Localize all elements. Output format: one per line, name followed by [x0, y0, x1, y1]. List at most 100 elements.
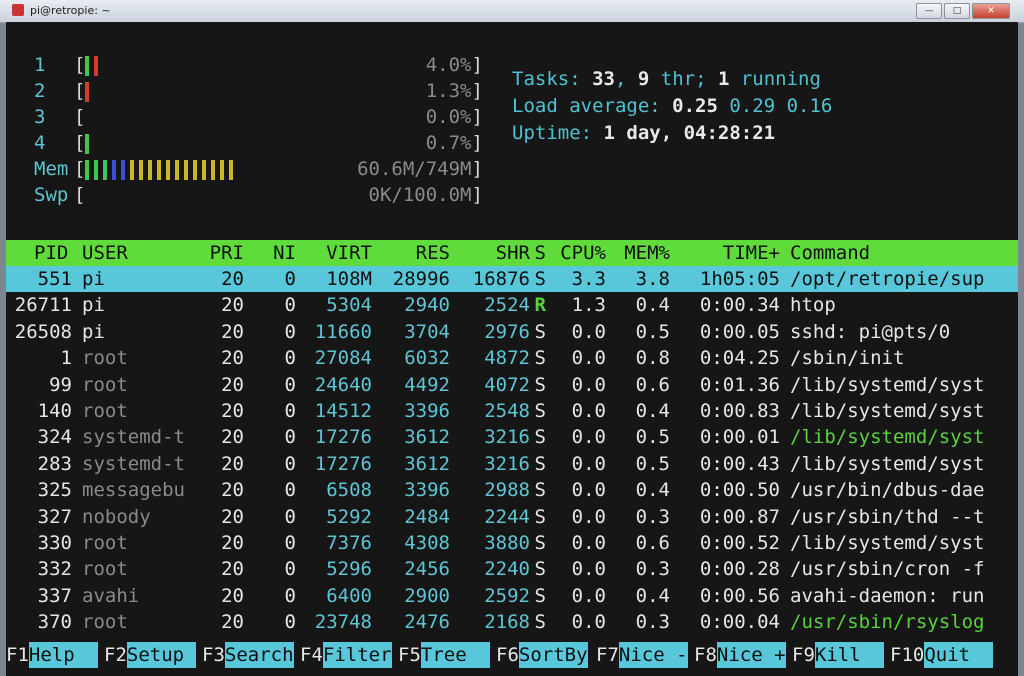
process-pri: 20	[221, 426, 244, 449]
process-res: 2900	[404, 584, 450, 607]
maximize-icon[interactable]: □	[944, 3, 970, 19]
process-row[interactable]: 1 root 20 0 27084 6032 4872 S 0.0 0.8 0:04.25/sbin…	[6, 345, 1018, 371]
process-row[interactable]: 283 systemd-t 20 0 17276 3612 3216 S 0.0 0.5 0:00.…	[6, 451, 1018, 477]
process-row[interactable]: 327 nobody 20 0 5292 2484 2244 S 0.0 0.3 0:00.87/u…	[6, 504, 1018, 530]
cpu-meter-4-open-bracket: [	[74, 132, 86, 154]
process-s: S	[534, 373, 546, 396]
column-header-virt[interactable]: VIRT	[302, 240, 372, 266]
process-s: S	[534, 505, 546, 528]
process-cpu: 0.0	[571, 400, 606, 422]
fkey-label: Help	[28, 642, 98, 668]
process-user: pi	[82, 268, 105, 290]
process-mem: 0.4	[635, 400, 670, 422]
fkey-label: Nice +	[716, 642, 786, 668]
column-header-user[interactable]: USER	[82, 240, 202, 266]
process-ni: 0	[284, 584, 296, 607]
swap-meter-label: Swp	[34, 184, 69, 206]
process-row-selected[interactable]: 551 pi 20 0 108M 28996 16876 S 3.3 3.8 1h05:05/opt…	[6, 266, 1018, 292]
terminal-screen[interactable]: 1[4.0%] 2[1.3%] 3[0.0%] 4[0.7%] Mem[60.6M/74…	[6, 22, 1018, 676]
process-row[interactable]: 325 messagebu 20 0 6508 3396 2988 S 0.0 0.4 0:00.5…	[6, 477, 1018, 503]
fkey-nice-button[interactable]: F7Nice -	[596, 642, 688, 668]
meter-bar	[85, 81, 90, 102]
process-row[interactable]: 330 root 20 0 7376 4308 3880 S 0.0 0.6 0:00.52/lib…	[6, 530, 1018, 556]
process-pid: 26711	[14, 294, 72, 317]
fkey-tree-button[interactable]: F5Tree	[398, 642, 490, 668]
fkey-search-button[interactable]: F3Search	[202, 642, 294, 668]
process-res: 4308	[404, 532, 450, 554]
fkey-label: Kill	[814, 642, 884, 668]
process-row[interactable]: 99 root 20 0 24640 4492 4072 S 0.0 0.6 0:01.36/lib…	[6, 372, 1018, 398]
fkey-label: Filter	[322, 642, 392, 668]
process-virt: 11660	[314, 320, 372, 343]
process-row[interactable]: 140 root 20 0 14512 3396 2548 S 0.0 0.4 0:00.83/li…	[6, 398, 1018, 424]
column-header-mem[interactable]: MEM%	[614, 240, 670, 266]
meter-bar	[130, 159, 135, 180]
process-res: 2476	[404, 611, 450, 634]
process-user: root	[82, 558, 128, 581]
fkey-nice-button[interactable]: F8Nice +	[694, 642, 786, 668]
column-header-res[interactable]: RES	[376, 240, 450, 266]
column-header-shr[interactable]: SHR	[454, 240, 530, 266]
process-ni: 0	[284, 426, 296, 449]
process-ni: 0	[284, 373, 296, 396]
column-header-s[interactable]: S	[530, 240, 546, 266]
meter-bar	[85, 133, 90, 154]
cpu-meter-2-value: 1.3%	[425, 80, 472, 102]
column-header-time[interactable]: TIME+	[674, 240, 780, 266]
column-header-cpu[interactable]: CPU%	[554, 240, 606, 266]
process-row[interactable]: 332 root 20 0 5296 2456 2240 S 0.0 0.3 0:00.28/usr…	[6, 556, 1018, 582]
process-mem: 0.6	[635, 532, 670, 554]
process-mem: 0.6	[635, 373, 670, 396]
fkey-help-button[interactable]: F1Help	[6, 642, 98, 668]
fkey-kill-button[interactable]: F9Kill	[792, 642, 884, 668]
process-row[interactable]: 337 avahi 20 0 6400 2900 2592 S 0.0 0.4 0:00.56 ava…	[6, 583, 1018, 609]
minimize-icon[interactable]: —	[916, 3, 942, 19]
process-row[interactable]: 324 systemd-t 20 0 17276 3612 3216 S 0.0 0.5 0:00.…	[6, 424, 1018, 450]
process-virt: 108M	[326, 268, 372, 290]
column-header-ni[interactable]: NI	[250, 240, 296, 266]
process-pri: 20	[221, 611, 244, 634]
meter-bar	[94, 159, 99, 180]
fkey-filter-button[interactable]: F4Filter	[300, 642, 392, 668]
fkey-sortby-button[interactable]: F6SortBy	[496, 642, 588, 668]
process-s: S	[534, 532, 546, 554]
process-cpu: 0.0	[571, 479, 606, 502]
process-pri: 20	[221, 400, 244, 422]
meter-bar	[202, 159, 207, 180]
meter-bar	[184, 159, 189, 180]
column-header-command[interactable]: Command	[790, 240, 1018, 266]
cpu-meter-1-label: 1	[34, 54, 46, 76]
fkey-setup-button[interactable]: F2Setup	[104, 642, 196, 668]
process-user: root	[82, 347, 128, 370]
process-shr: 2168	[484, 611, 530, 634]
meter-bar	[148, 159, 153, 180]
process-table-header[interactable]: PID USER PRI NI VIRT RES SHR S CPU% MEM% TIME+ Comm…	[6, 240, 1018, 266]
process-mem: 0.4	[635, 294, 670, 317]
column-header-pri[interactable]: PRI	[202, 240, 244, 266]
process-row[interactable]: 370 root 20 0 23748 2476 2168 S 0.0 0.3 0:00.04/us…	[6, 609, 1018, 635]
process-row[interactable]: 26711 pi 20 0 5304 2940 2524 R 1.3 0.4 0:00.34 htop	[6, 292, 1018, 318]
process-cpu: 0.0	[571, 611, 606, 634]
process-shr: 4072	[484, 373, 530, 396]
process-s: S	[534, 400, 546, 422]
process-s: S	[534, 584, 546, 607]
function-key-bar: F1Help F2Setup F3Search F4Filter F5Tree F6…	[6, 636, 1018, 676]
meter-bar	[85, 55, 90, 76]
process-cmd: /lib/systemd/syst	[790, 426, 985, 449]
process-row[interactable]: 26508 pi 20 0 11660 3704 2976 S 0.0 0.5 0:00.05 ssh…	[6, 319, 1018, 345]
swap-meter-close-bracket: ]	[471, 184, 483, 206]
fkey-quit-button[interactable]: F10Quit	[890, 642, 993, 668]
process-mem: 0.5	[635, 452, 670, 475]
process-cmd: /sbin/init	[790, 347, 905, 370]
window-titlebar[interactable]: pi@retropie: ~ — □ ✕	[0, 0, 1024, 23]
cpu-meter-4-value: 0.7%	[425, 132, 472, 154]
process-pri: 20	[221, 320, 244, 343]
fkey-label: Search	[224, 642, 294, 668]
process-cpu: 0.0	[571, 505, 606, 528]
cpu-meter-2-bars	[85, 78, 321, 104]
process-res: 4492	[404, 373, 450, 396]
process-pri: 20	[221, 505, 244, 528]
close-icon[interactable]: ✕	[972, 3, 1010, 19]
fkey-number: F2	[104, 644, 127, 666]
process-user: root	[82, 400, 128, 422]
